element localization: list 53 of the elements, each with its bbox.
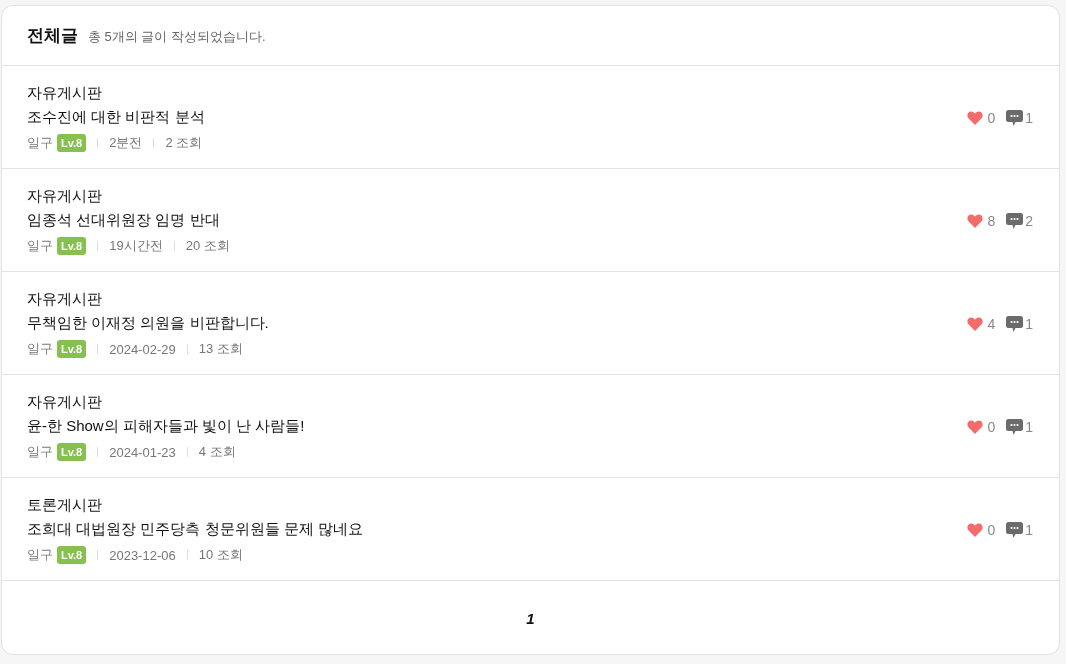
board-name: 자유게시판	[27, 186, 102, 206]
post-date: 19시간전	[109, 237, 163, 255]
comment-icon	[1006, 315, 1024, 332]
board-name: 자유게시판	[27, 392, 102, 412]
post-date: 2분전	[109, 134, 143, 152]
post-title-link[interactable]: 윤-한 Show의 피해자들과 빛이 난 사람들!	[27, 414, 305, 438]
heart-icon	[967, 419, 984, 434]
board-name: 자유게시판	[27, 289, 102, 309]
comment-count: 1	[1025, 418, 1033, 435]
post-date: 2024-02-29	[109, 341, 176, 357]
author-name: 일구	[27, 340, 53, 358]
like-count: 0	[987, 109, 996, 126]
post-title-link[interactable]: 조희대 대법원장 민주당측 청문위원들 문제 많네요	[27, 517, 363, 541]
post-title-link[interactable]: 무책임한 이재정 의원을 비판합니다.	[27, 311, 269, 335]
like-count: 0	[987, 418, 996, 435]
heart-icon	[967, 110, 984, 125]
author-name: 일구	[27, 546, 53, 564]
level-badge: Lv.8	[57, 546, 87, 564]
view-count: 20 조회	[185, 237, 230, 255]
like-count: 8	[987, 212, 996, 229]
author-name: 일구	[27, 237, 53, 255]
level-badge: Lv.8	[57, 340, 87, 358]
post-date: 2024-01-23	[109, 444, 176, 460]
post-date: 2023-12-06	[109, 547, 176, 563]
comment-count: 2	[1025, 212, 1033, 229]
heart-icon	[967, 213, 984, 228]
view-count: 10 조회	[198, 546, 243, 564]
author-name: 일구	[27, 443, 53, 461]
like-count: 0	[987, 521, 996, 538]
section-title: 전체글	[27, 25, 78, 47]
page-link[interactable]: 1	[522, 608, 539, 629]
view-count: 4 조회	[198, 443, 236, 461]
level-badge: Lv.8	[57, 443, 87, 461]
comment-count: 1	[1025, 315, 1033, 332]
comment-icon	[1006, 212, 1024, 229]
heart-icon	[967, 316, 984, 331]
comment-count: 1	[1025, 521, 1033, 538]
post-title-link[interactable]: 임종석 선대위원장 임명 반대	[27, 208, 220, 232]
view-count: 13 조회	[198, 340, 243, 358]
comment-icon	[1006, 521, 1024, 538]
view-count: 2 조회	[165, 134, 203, 152]
post-title-link[interactable]: 조수진에 대한 비판적 분석	[27, 105, 205, 129]
like-count: 4	[987, 315, 996, 332]
level-badge: Lv.8	[57, 237, 87, 255]
level-badge: Lv.8	[57, 134, 87, 152]
comment-icon	[1006, 109, 1024, 126]
comment-count: 1	[1025, 109, 1033, 126]
board-name: 토론게시판	[27, 495, 102, 515]
board-name: 자유게시판	[27, 83, 102, 103]
author-name: 일구	[27, 134, 53, 152]
heart-icon	[967, 522, 984, 537]
post-count-text: 총 5개의 글이 작성되었습니다.	[88, 27, 266, 46]
comment-icon	[1006, 418, 1024, 435]
